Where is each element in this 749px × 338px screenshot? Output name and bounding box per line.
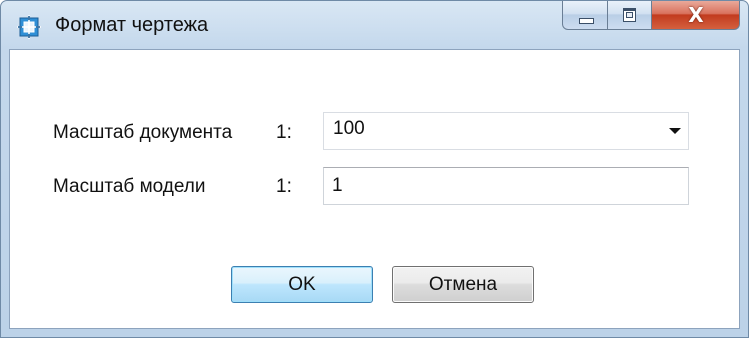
dialog-body: Масштаб документа 1: 100 Масштаб модели … bbox=[9, 49, 740, 329]
close-button[interactable]: X bbox=[652, 1, 740, 30]
maximize-button[interactable] bbox=[608, 1, 652, 30]
minimize-button[interactable] bbox=[562, 1, 608, 30]
close-icon: X bbox=[688, 3, 704, 27]
model-scale-input[interactable] bbox=[323, 167, 689, 205]
dialog-window: Формат чертежа X Масштаб документа 1: 10… bbox=[0, 0, 749, 338]
model-scale-prefix: 1: bbox=[276, 176, 292, 197]
document-scale-prefix: 1: bbox=[276, 122, 292, 143]
chevron-down-icon[interactable] bbox=[669, 128, 681, 134]
maximize-icon bbox=[623, 8, 636, 22]
model-scale-label: Масштаб модели bbox=[53, 176, 206, 197]
drawing-format-icon bbox=[17, 15, 41, 39]
caption-buttons: X bbox=[562, 1, 740, 31]
window-title: Формат чертежа bbox=[55, 14, 209, 36]
minimize-icon bbox=[579, 18, 594, 24]
document-scale-label: Масштаб документа bbox=[53, 122, 233, 143]
cancel-button[interactable]: Отмена bbox=[392, 266, 534, 303]
ok-button[interactable]: OK bbox=[231, 266, 373, 303]
title-bar[interactable]: Формат чертежа X bbox=[1, 1, 748, 49]
document-scale-value: 100 bbox=[333, 118, 365, 139]
document-scale-select[interactable]: 100 bbox=[323, 112, 689, 150]
